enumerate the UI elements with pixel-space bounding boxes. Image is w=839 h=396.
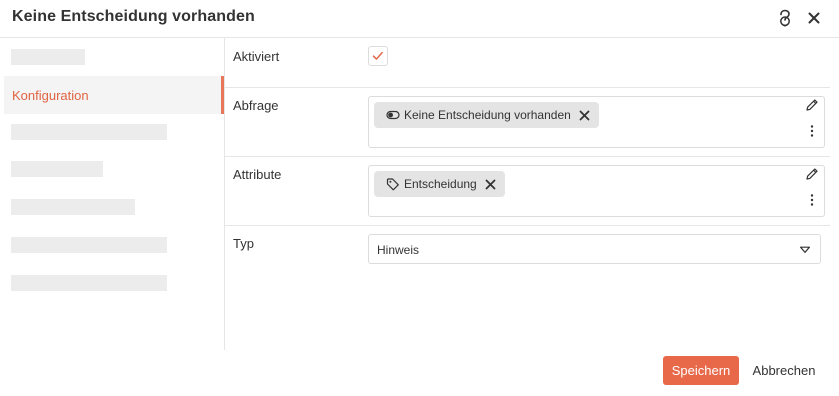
pencil-icon[interactable] — [805, 98, 819, 112]
close-icon[interactable] — [806, 10, 822, 26]
more-vertical-icon[interactable] — [806, 193, 818, 207]
chevron-down-icon — [800, 246, 810, 253]
attribute-tag-input[interactable]: Entscheidung — [368, 165, 825, 217]
help-icon[interactable] — [776, 8, 794, 28]
attribute-label: Attribute — [233, 167, 282, 182]
sidebar-item-placeholder[interactable] — [11, 237, 167, 253]
sidebar-item-placeholder[interactable] — [11, 124, 167, 140]
row-divider — [225, 87, 830, 88]
toggle-icon — [386, 110, 400, 120]
more-vertical-icon[interactable] — [806, 124, 818, 138]
abfrage-chip-label: Keine Entscheidung vorhanden — [404, 108, 571, 122]
remove-chip-icon[interactable] — [485, 179, 496, 190]
sidebar-item-konfiguration[interactable]: Konfiguration — [4, 76, 224, 114]
save-button[interactable]: Speichern — [663, 356, 739, 385]
remove-chip-icon[interactable] — [579, 110, 590, 121]
checkmark-icon — [372, 51, 383, 60]
typ-select-value: Hinweis — [377, 243, 420, 257]
dialog-header: Keine Entscheidung vorhanden — [0, 0, 839, 38]
sidebar: Konfiguration — [0, 38, 225, 350]
abfrage-tag-input[interactable]: Keine Entscheidung vorhanden — [368, 96, 825, 148]
sidebar-item-placeholder[interactable] — [11, 161, 103, 177]
attribute-chip-label: Entscheidung — [404, 177, 477, 191]
row-divider — [225, 156, 830, 157]
typ-select[interactable]: Hinweis — [368, 234, 821, 264]
dropdown-toggle[interactable] — [790, 235, 820, 263]
cancel-button[interactable]: Abbrechen — [747, 356, 821, 385]
sidebar-item-placeholder[interactable] — [11, 49, 85, 65]
aktiviert-label: Aktiviert — [233, 49, 280, 64]
abfrage-label: Abfrage — [233, 98, 279, 113]
attribute-chip: Entscheidung — [374, 171, 505, 197]
sidebar-item-placeholder[interactable] — [11, 199, 135, 215]
tag-icon — [386, 178, 399, 191]
abfrage-chip: Keine Entscheidung vorhanden — [374, 102, 599, 128]
sidebar-item-label: Konfiguration — [12, 88, 89, 103]
dialog-title: Keine Entscheidung vorhanden — [12, 8, 255, 25]
row-divider — [225, 225, 830, 226]
dialog: Keine Entscheidung vorhanden Konfigurati… — [0, 0, 839, 396]
pencil-icon[interactable] — [805, 167, 819, 181]
aktiviert-checkbox[interactable] — [368, 46, 388, 66]
sidebar-item-placeholder[interactable] — [11, 275, 167, 291]
typ-label: Typ — [233, 236, 254, 251]
